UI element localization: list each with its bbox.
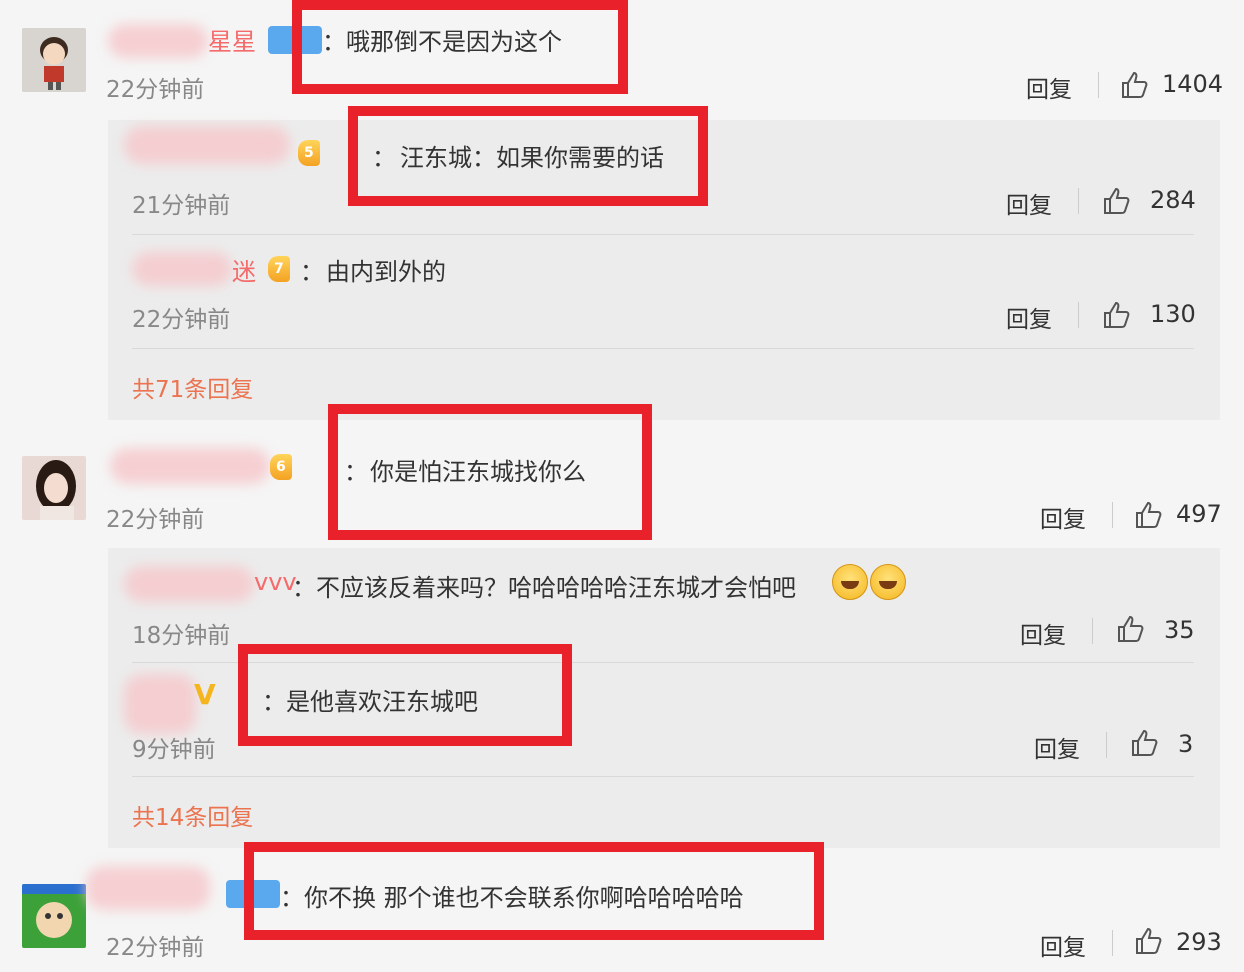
reply-button[interactable]: 回复 — [1034, 730, 1080, 764]
divider — [1098, 72, 1099, 98]
reply-button[interactable]: 回复 — [1026, 70, 1072, 104]
divider — [1112, 502, 1113, 528]
avatar[interactable] — [22, 884, 86, 948]
comment-time: 22分钟前 — [106, 935, 205, 961]
highlight-box — [348, 106, 708, 206]
username[interactable]: V — [194, 678, 216, 711]
reply-text: 由内到外的 — [326, 258, 446, 286]
avatar[interactable] — [22, 28, 86, 92]
like-count: 1404 — [1162, 70, 1224, 98]
thumbs-up-icon[interactable] — [1102, 186, 1132, 216]
reply-time: 9分钟前 — [132, 737, 216, 763]
like-count: 497 — [1176, 500, 1222, 528]
like-count: 3 — [1178, 730, 1194, 758]
divider — [1078, 302, 1079, 328]
avatar[interactable] — [22, 456, 86, 520]
like-count: 130 — [1150, 300, 1196, 328]
highlight-box — [238, 644, 572, 746]
highlight-box — [328, 404, 652, 540]
reply-button[interactable]: 回复 — [1006, 300, 1052, 334]
username[interactable]: 星星 — [208, 22, 256, 57]
reply-time: 22分钟前 — [132, 307, 231, 333]
highlight-box — [244, 842, 824, 940]
girl-photo-avatar-icon — [22, 456, 86, 520]
like-count: 35 — [1164, 616, 1195, 644]
total-replies-link[interactable]: 共71条回复 — [132, 370, 253, 404]
divider — [1106, 732, 1107, 758]
thumbs-up-icon[interactable] — [1102, 300, 1132, 330]
divider — [132, 776, 1194, 777]
total-replies-link[interactable]: 共14条回复 — [132, 798, 253, 832]
highlight-box — [292, 0, 628, 94]
level-badge: 5 — [298, 140, 320, 166]
reply-button[interactable]: 回复 — [1040, 500, 1086, 534]
comment-time: 22分钟前 — [106, 77, 205, 103]
cartoon-boy-avatar-icon — [22, 28, 86, 92]
level-badge: 7 — [268, 256, 290, 282]
divider — [1092, 618, 1093, 644]
reply-text: 不应该反着来吗？哈哈哈哈哈汪东城才会怕吧 — [316, 574, 796, 602]
divider — [1112, 930, 1113, 956]
thumbs-up-icon[interactable] — [1120, 70, 1150, 100]
thumbs-up-icon[interactable] — [1130, 728, 1160, 758]
username[interactable]: 迷 — [232, 252, 256, 287]
reply-button[interactable]: 回复 — [1040, 928, 1086, 962]
thumbs-up-icon[interactable] — [1134, 500, 1164, 530]
reply-time: 21分钟前 — [132, 193, 231, 219]
like-count: 293 — [1176, 928, 1222, 956]
colon: ： — [300, 258, 324, 286]
cartoon-character-avatar-icon — [22, 884, 86, 948]
reply-time: 18分钟前 — [132, 623, 231, 649]
laughing-crying-emoji-icon — [870, 564, 906, 600]
thumbs-up-icon[interactable] — [1116, 614, 1146, 644]
colon: ： — [292, 574, 316, 602]
thumbs-up-icon[interactable] — [1134, 926, 1164, 956]
reply-button[interactable]: 回复 — [1020, 616, 1066, 650]
like-count: 284 — [1150, 186, 1196, 214]
comment-time: 22分钟前 — [106, 507, 205, 533]
username[interactable]: vvv — [254, 568, 297, 596]
laughing-crying-emoji-icon — [832, 564, 868, 600]
divider — [132, 348, 1194, 349]
reply-button[interactable]: 回复 — [1006, 186, 1052, 220]
divider — [132, 234, 1194, 235]
divider — [1078, 188, 1079, 214]
level-badge: 6 — [270, 454, 292, 480]
